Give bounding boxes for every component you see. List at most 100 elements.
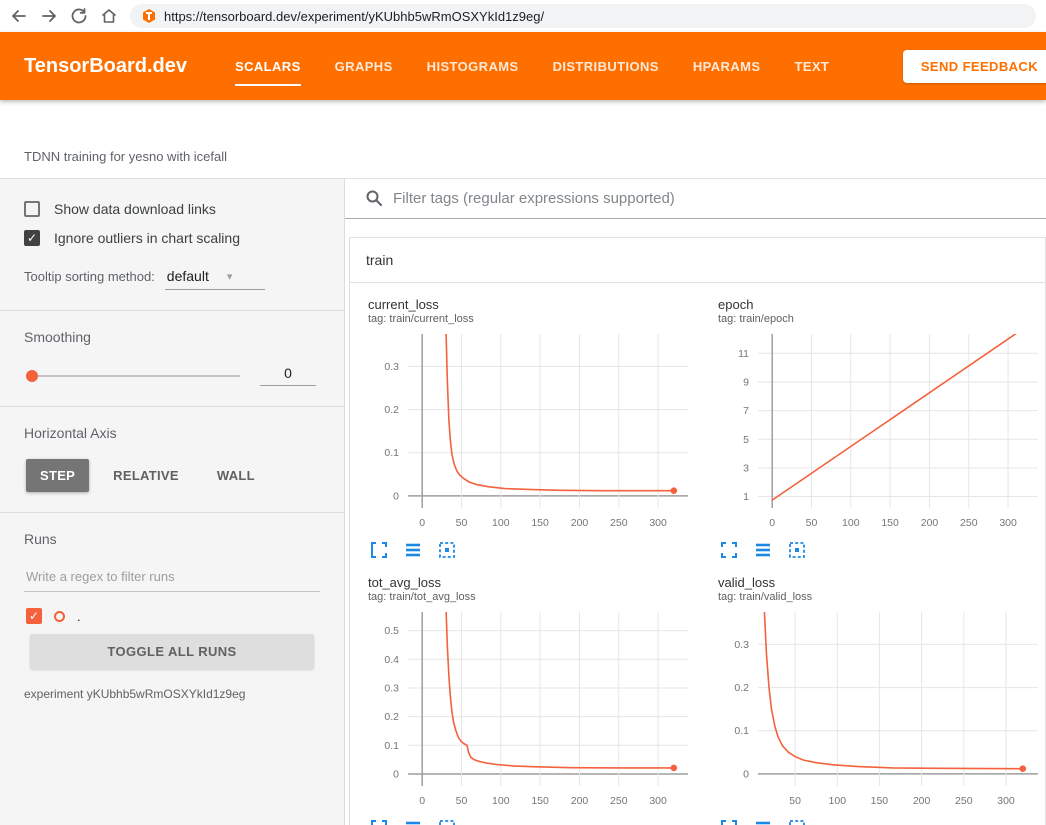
tooltip-sorting-dropdown[interactable]: default ▾ [165,268,265,290]
smoothing-value-input[interactable]: 0 [260,365,316,386]
svg-text:300: 300 [997,795,1015,807]
tag-group-title[interactable]: train [350,238,1045,283]
address-bar[interactable]: https://tensorboard.dev/experiment/yKUbh… [130,4,1036,28]
smoothing-label: Smoothing [24,329,320,345]
tensorboard-favicon-icon [142,9,156,23]
divider [0,512,344,513]
chart-card-current-loss: current_loss tag: train/current_loss 00.… [362,297,702,561]
smoothing-slider[interactable] [28,375,240,377]
runs-label: Runs [24,531,320,547]
svg-text:100: 100 [842,517,860,529]
svg-text:250: 250 [960,517,978,529]
dropdown-value: default [167,268,209,284]
runs-filter-input[interactable] [24,565,320,592]
line-chart[interactable]: 00.10.20.350100150200250300 [712,607,1044,813]
axis-wall-button[interactable]: WALL [203,459,269,492]
tooltip-sorting-label: Tooltip sorting method: [24,269,155,284]
fit-domain-icon[interactable] [788,541,806,559]
fit-domain-icon[interactable] [438,819,456,825]
lines-icon[interactable] [404,819,422,825]
filter-tags-row [345,179,1046,219]
svg-text:200: 200 [913,795,931,807]
fit-domain-icon[interactable] [788,819,806,825]
browser-chrome: https://tensorboard.dev/experiment/yKUbh… [0,0,1046,32]
smoothing-slider-row: 0 [28,365,316,386]
chart-title: valid_loss [718,575,1046,590]
line-chart[interactable]: 1357911050100150200250300 [712,329,1044,535]
chart-title: epoch [718,297,1046,312]
svg-text:0: 0 [769,517,775,529]
forward-icon[interactable] [40,7,58,25]
expand-chart-icon[interactable] [720,819,738,825]
ignore-outliers-checkbox[interactable]: ✓ Ignore outliers in chart scaling [24,230,320,246]
svg-text:150: 150 [531,795,549,807]
expand-chart-icon[interactable] [370,819,388,825]
svg-text:50: 50 [456,795,468,807]
tab-text[interactable]: TEXT [794,32,829,100]
dropdown-caret-icon: ▾ [227,270,233,283]
axis-step-button[interactable]: STEP [26,459,89,492]
svg-text:200: 200 [571,795,589,807]
tab-scalars[interactable]: SCALARS [235,32,301,100]
filter-tags-input[interactable] [393,190,1046,207]
tab-distributions[interactable]: DISTRIBUTIONS [553,32,659,100]
line-chart[interactable]: 00.10.20.30.40.5050100150200250300 [362,607,694,813]
lines-icon[interactable] [404,541,422,559]
tag-group-card: train current_loss tag: train/current_lo… [349,237,1046,825]
svg-text:50: 50 [789,795,801,807]
svg-text:5: 5 [743,434,749,446]
reload-icon[interactable] [70,7,88,25]
app-title: TensorBoard.dev [24,55,187,78]
charts-grid: current_loss tag: train/current_loss 00.… [350,283,1045,825]
lines-icon[interactable] [754,541,772,559]
send-feedback-button[interactable]: SEND FEEDBACK [903,50,1046,83]
toggle-all-runs-button[interactable]: TOGGLE ALL RUNS [30,634,314,669]
chart-title: current_loss [368,297,702,312]
chart-toolbar [362,813,702,825]
chart-toolbar [362,535,702,561]
svg-text:150: 150 [871,795,889,807]
chart-toolbar [712,535,1046,561]
tab-graphs[interactable]: GRAPHS [335,32,393,100]
expand-chart-icon[interactable] [370,541,388,559]
tooltip-sorting-row: Tooltip sorting method: default ▾ [24,268,320,290]
checkbox-unchecked-icon [24,201,40,217]
svg-text:0: 0 [419,795,425,807]
chart-tag: tag: train/valid_loss [718,591,1046,603]
svg-text:7: 7 [743,405,749,417]
back-icon[interactable] [10,7,28,25]
horizontal-axis-label: Horizontal Axis [24,425,320,441]
svg-text:9: 9 [743,377,749,389]
checkbox-label: Ignore outliers in chart scaling [54,230,240,246]
svg-text:250: 250 [955,795,973,807]
checkbox-label: Show data download links [54,201,216,217]
home-icon[interactable] [100,7,118,25]
svg-text:0.3: 0.3 [384,683,399,695]
svg-text:300: 300 [649,795,667,807]
svg-text:300: 300 [649,517,667,529]
svg-text:0.1: 0.1 [384,740,399,752]
run-row[interactable]: ✓ . [26,608,320,624]
experiment-description: TDNN training for yesno with icefall [24,149,227,164]
svg-text:250: 250 [610,795,628,807]
experiment-id-note: experiment yKUbhb5wRmOSXYkId1z9eg [24,687,320,701]
chart-tag: tag: train/current_loss [368,313,702,325]
svg-text:0.5: 0.5 [384,625,399,637]
svg-text:200: 200 [571,517,589,529]
expand-chart-icon[interactable] [720,541,738,559]
line-chart[interactable]: 00.10.20.3050100150200250300 [362,329,694,535]
tab-hparams[interactable]: HPARAMS [693,32,761,100]
run-checkbox-icon[interactable]: ✓ [26,608,42,624]
svg-text:150: 150 [881,517,899,529]
show-download-links-checkbox[interactable]: Show data download links [24,201,320,217]
tab-histograms[interactable]: HISTOGRAMS [427,32,519,100]
search-icon [365,189,383,207]
fit-domain-icon[interactable] [438,541,456,559]
axis-relative-button[interactable]: RELATIVE [99,459,193,492]
svg-text:0.1: 0.1 [734,725,749,737]
lines-icon[interactable] [754,819,772,825]
svg-text:100: 100 [492,517,510,529]
svg-text:0: 0 [393,769,399,781]
dashboard-main: train current_loss tag: train/current_lo… [345,179,1046,825]
slider-thumb[interactable] [26,370,38,382]
